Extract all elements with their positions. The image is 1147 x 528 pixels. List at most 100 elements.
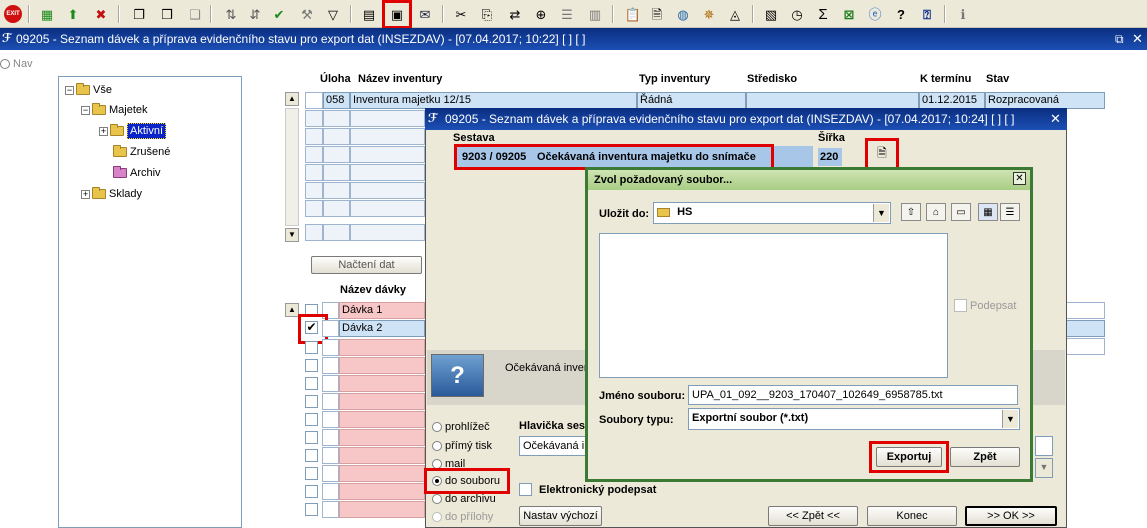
scroll-down-button[interactable]: ▼ bbox=[285, 228, 299, 242]
output-option-primy-tisk[interactable]: přímý tisk bbox=[432, 440, 492, 452]
question-icon[interactable]: ⍰ bbox=[916, 3, 938, 25]
scrollbar-track[interactable] bbox=[285, 108, 299, 226]
cell-termin[interactable]: 01.12.2015 bbox=[919, 92, 985, 109]
delete-icon[interactable]: ✖ bbox=[90, 3, 112, 25]
empty-cell[interactable] bbox=[350, 224, 425, 241]
output-option-do-souboru[interactable]: do souboru bbox=[432, 475, 500, 487]
row-selector[interactable] bbox=[322, 429, 339, 446]
home-icon[interactable]: ⌂ bbox=[926, 203, 946, 221]
batch-checkbox[interactable] bbox=[305, 485, 318, 498]
collapse-icon[interactable]: − bbox=[81, 105, 90, 115]
batch-checkbox-2[interactable]: ✔ bbox=[305, 321, 318, 334]
empty-cell[interactable] bbox=[323, 128, 350, 145]
batch-name-cell[interactable] bbox=[339, 339, 425, 356]
tree-item-archiv[interactable]: Archiv bbox=[113, 164, 161, 182]
cell-stav[interactable]: Rozpracovaná bbox=[985, 92, 1105, 109]
ie-icon[interactable]: ⓔ bbox=[864, 3, 886, 25]
file-back-button[interactable]: Zpět bbox=[950, 447, 1020, 467]
batch-checkbox[interactable] bbox=[305, 359, 318, 372]
row-selector[interactable] bbox=[305, 110, 323, 127]
batch-name-cell[interactable] bbox=[339, 447, 425, 464]
empty-cell[interactable] bbox=[323, 164, 350, 181]
report-width-cell[interactable]: 220 bbox=[818, 148, 842, 166]
list-view-icon[interactable]: ▦ bbox=[978, 203, 998, 221]
row-selector[interactable] bbox=[322, 320, 339, 337]
tree-item-majetek[interactable]: − Majetek bbox=[81, 101, 148, 119]
wrench-icon[interactable]: ⚒ bbox=[296, 3, 318, 25]
clock-icon[interactable]: ◷ bbox=[786, 3, 808, 25]
batch-checkbox[interactable] bbox=[305, 503, 318, 516]
close-icon[interactable]: ✕ bbox=[1132, 31, 1143, 47]
ok-button[interactable]: >> OK >> bbox=[965, 506, 1057, 526]
row-selector[interactable] bbox=[305, 224, 323, 241]
batch-name-cell[interactable] bbox=[339, 465, 425, 482]
print-icon[interactable]: ▤ bbox=[358, 3, 380, 25]
up-folder-icon[interactable]: ⇧ bbox=[901, 203, 921, 221]
end-button[interactable]: Konec bbox=[867, 506, 957, 526]
signature-checkbox[interactable] bbox=[519, 483, 532, 496]
batch-name-cell[interactable] bbox=[339, 411, 425, 428]
eye-icon[interactable]: ◬ bbox=[724, 3, 746, 25]
empty-cell[interactable] bbox=[323, 110, 350, 127]
export-button[interactable]: Exportuj bbox=[876, 447, 942, 467]
mail-icon[interactable]: ✉ bbox=[414, 3, 436, 25]
clipboard-icon[interactable]: 📋 bbox=[622, 3, 644, 25]
batch-checkbox[interactable] bbox=[305, 467, 318, 480]
print-export-icon[interactable]: ▣ bbox=[382, 0, 412, 29]
chevron-down-icon[interactable]: ▼ bbox=[873, 204, 889, 222]
add-icon[interactable]: ▦ bbox=[36, 3, 58, 25]
list-icon[interactable]: ☰ bbox=[556, 3, 578, 25]
batch-name-cell[interactable] bbox=[339, 375, 425, 392]
filter-icon[interactable]: ▽ bbox=[322, 3, 344, 25]
row-selector[interactable] bbox=[322, 339, 339, 356]
row-selector[interactable] bbox=[305, 92, 323, 109]
cell-nazev[interactable]: Inventura majetku 12/15 bbox=[350, 92, 637, 109]
sort-asc-icon[interactable]: ⇅ bbox=[220, 3, 242, 25]
output-option-do-archivu[interactable]: do archivu bbox=[432, 493, 496, 505]
globe-icon[interactable]: ◍ bbox=[672, 3, 694, 25]
scroll-up-button[interactable]: ▲ bbox=[285, 92, 299, 106]
restore-icon[interactable]: ⧉ bbox=[1115, 32, 1124, 47]
tree-item-zrusene[interactable]: Zrušené bbox=[113, 143, 170, 161]
sum-icon[interactable]: Σ bbox=[812, 3, 834, 25]
chevron-down-icon[interactable]: ▼ bbox=[1002, 410, 1018, 428]
exit-icon[interactable]: EXIT bbox=[2, 3, 24, 25]
columns-icon[interactable]: ▥ bbox=[584, 3, 606, 25]
output-option-do-prilohy[interactable]: do přílohy bbox=[432, 511, 493, 523]
header-section-input[interactable]: Očekávaná i bbox=[519, 436, 587, 456]
sort-desc-icon[interactable]: ⇵ bbox=[244, 3, 266, 25]
add-copy-icon[interactable]: ⬆ bbox=[62, 3, 84, 25]
row-selector[interactable] bbox=[305, 128, 323, 145]
header-dropdown-arrow[interactable]: ▼ bbox=[1035, 458, 1053, 478]
empty-cell[interactable] bbox=[350, 200, 425, 217]
batch-scroll-up-button[interactable]: ▲ bbox=[285, 303, 299, 317]
tree-item-aktivni[interactable]: + Aktivní bbox=[99, 122, 167, 140]
row-selector[interactable] bbox=[322, 501, 339, 518]
row-selector[interactable] bbox=[322, 411, 339, 428]
cut-icon[interactable]: ✂ bbox=[450, 3, 472, 25]
row-selector[interactable] bbox=[305, 182, 323, 199]
row-selector[interactable] bbox=[322, 375, 339, 392]
empty-cell[interactable] bbox=[350, 110, 425, 127]
details-view-icon[interactable]: ☰ bbox=[1000, 203, 1020, 221]
empty-cell[interactable] bbox=[323, 200, 350, 217]
expand-icon[interactable]: + bbox=[81, 189, 90, 199]
empty-cell[interactable] bbox=[350, 182, 425, 199]
load-data-button[interactable]: Načtení dat bbox=[311, 256, 422, 274]
printer-help-icon[interactable]: ? bbox=[431, 354, 484, 397]
export-to-file-icon[interactable]: 🗎 bbox=[865, 138, 899, 170]
row-selector[interactable] bbox=[305, 200, 323, 217]
sign-checkbox[interactable] bbox=[954, 299, 967, 312]
batch-checkbox[interactable] bbox=[305, 341, 318, 354]
close-icon[interactable]: ✕ bbox=[1050, 111, 1061, 127]
info-icon[interactable]: ℹ bbox=[952, 3, 974, 25]
empty-cell[interactable] bbox=[323, 182, 350, 199]
file-list[interactable] bbox=[599, 233, 948, 378]
row-selector[interactable] bbox=[305, 164, 323, 181]
row-selector[interactable] bbox=[305, 146, 323, 163]
output-option-prohlizec[interactable]: prohlížeč bbox=[432, 421, 490, 433]
excel-icon[interactable]: ⊠ bbox=[838, 3, 860, 25]
batch-name-cell[interactable] bbox=[339, 429, 425, 446]
empty-cell[interactable] bbox=[350, 128, 425, 145]
row-selector[interactable] bbox=[322, 357, 339, 374]
